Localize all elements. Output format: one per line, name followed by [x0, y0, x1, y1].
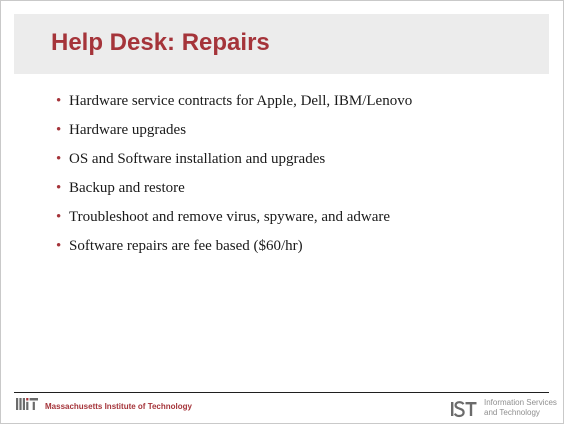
- bullet-list: • Hardware service contracts for Apple, D…: [56, 89, 412, 263]
- bullet-text: Troubleshoot and remove virus, spyware, …: [69, 209, 391, 225]
- ist-name-line2: and Technology: [484, 408, 540, 417]
- bullet-text: Hardware upgrades: [69, 122, 187, 138]
- slide-title: Help Desk: Repairs: [51, 29, 270, 56]
- institution-name: Massachusetts Institute of Technology: [45, 402, 192, 411]
- bullet-marker: •: [56, 93, 62, 109]
- bullet-marker: •: [56, 238, 62, 254]
- bullet-marker: •: [56, 180, 62, 196]
- slide: Help Desk: Repairs • Hardware service con…: [0, 0, 564, 424]
- bullet-text: OS and Software installation and upgrade…: [69, 151, 326, 167]
- ist-name: Information Services and Technology: [484, 398, 557, 418]
- bullet-item: • OS and Software installation and upgrad…: [56, 147, 412, 176]
- ist-logo-icon: [451, 401, 477, 418]
- bullet-text: Software repairs are fee based ($60/hr): [69, 238, 303, 254]
- bullet-text: Backup and restore: [69, 180, 185, 196]
- bullet-item: • Troubleshoot and remove virus, spyware,…: [56, 205, 412, 234]
- bullet-item: • Software repairs are fee based ($60/hr): [56, 234, 412, 263]
- ist-name-line1: Information Services: [484, 398, 557, 407]
- bullet-text: Hardware service contracts for Apple, De…: [69, 93, 413, 109]
- mit-logo-icon: [16, 398, 38, 410]
- bullet-item: • Hardware service contracts for Apple, D…: [56, 89, 412, 118]
- bullet-item: • Backup and restore: [56, 176, 412, 205]
- bullet-item: • Hardware upgrades: [56, 118, 412, 147]
- bullet-marker: •: [56, 151, 62, 167]
- bullet-marker: •: [56, 122, 62, 138]
- footer-divider: [14, 392, 549, 393]
- bullet-marker: •: [56, 209, 62, 225]
